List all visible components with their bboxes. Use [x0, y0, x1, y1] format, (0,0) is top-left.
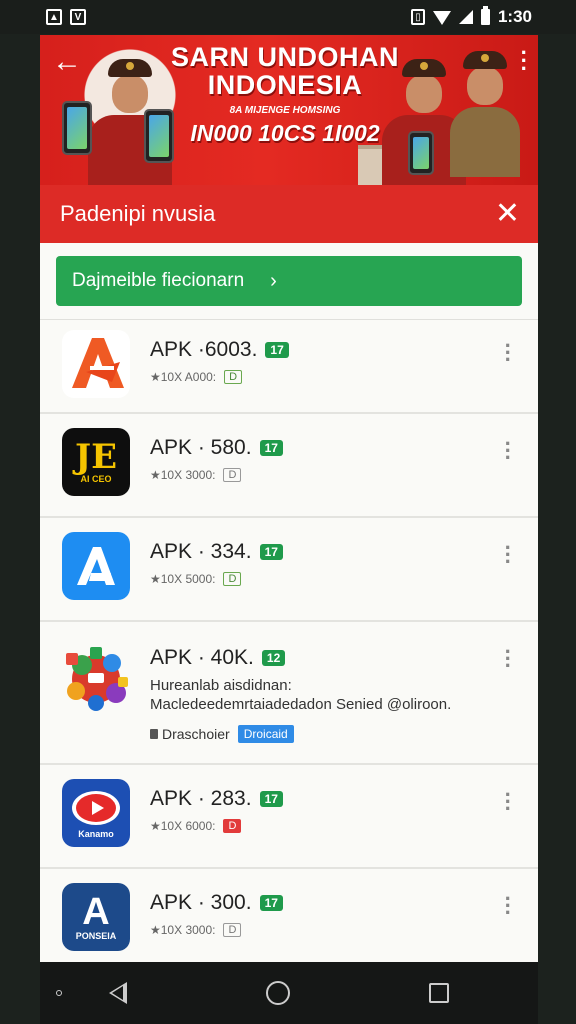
app-rating: ★10X 3000: — [150, 468, 216, 482]
colorful-circles-icon — [62, 644, 130, 712]
banner-code: IN000 10CS 1I002 — [190, 120, 380, 146]
more-vert-icon[interactable]: · · · — [505, 335, 512, 371]
primary-button-container: Dajmeible fiecionarn › — [40, 243, 538, 319]
phone-illustration — [408, 131, 434, 175]
list-item[interactable]: A PONSEIA APK · 300. 17 ★10X 3000: D · · · — [40, 869, 538, 962]
back-arrow-icon[interactable]: ← — [52, 47, 82, 77]
app-rating: ★10X 3000: — [150, 923, 216, 937]
tag-badge: D — [223, 819, 242, 833]
app-title: APK ·6003. — [150, 338, 258, 361]
nav-home-icon[interactable] — [265, 981, 290, 1005]
banner-subtitle: 8A MIJENGE HOMSING — [229, 105, 341, 116]
tag-badge: D — [223, 468, 242, 482]
list-item[interactable]: APK ·6003. 17 ★10X A000: D · · · — [40, 320, 538, 414]
red-play-icon: Kanamo — [62, 779, 130, 847]
search-bar[interactable]: Padenipi nvusia ✕ — [40, 185, 538, 243]
phone-illustration — [62, 101, 92, 155]
nav-recents-icon[interactable] — [428, 983, 449, 1003]
list-item[interactable]: APK · 334. 17 ★10X 5000: D · · · — [40, 518, 538, 622]
app-description-2: Macledeedemrtaiadedadon Senied @oliroon. — [150, 696, 452, 713]
primary-button[interactable]: Dajmeible fiecionarn › — [56, 256, 522, 306]
image-icon: ▲ — [46, 9, 62, 25]
app-rating: ★10X 6000: — [150, 819, 216, 833]
navigation-bar — [40, 962, 538, 1024]
nav-dot-icon — [56, 990, 62, 996]
app-rating: ★10X 5000: — [150, 572, 216, 586]
banner-title-line1: SARN UNDOHAN — [171, 42, 399, 72]
app-description: Hureanlab aisdidnan: — [150, 677, 292, 694]
signal-icon — [458, 10, 473, 24]
chevron-right-icon: › — [270, 269, 277, 292]
age-badge: 17 — [259, 895, 283, 911]
clock: 1:30 — [497, 7, 532, 26]
list-item[interactable]: JE AI CEO APK · 580. 17 ★10X 3000: D · · · — [40, 414, 538, 518]
tag-badge: D — [224, 370, 243, 384]
more-vert-icon[interactable]: · · · — [505, 537, 512, 573]
battery-icon — [480, 6, 490, 25]
age-badge: 17 — [259, 544, 283, 560]
primary-button-label: Dajmeible fiecionarn — [72, 270, 245, 291]
banner-title-line2: INDONESIA — [207, 70, 363, 100]
tag-badge: D — [223, 923, 242, 937]
app-list: APK ·6003. 17 ★10X A000: D · · · JE AI CEO A… — [40, 319, 538, 962]
status-left-icons: ▲ V — [46, 9, 86, 25]
app-title: APK · 283. — [150, 787, 252, 810]
list-item[interactable]: Kanamo APK · 283. 17 ★10X 6000: D · · · — [40, 765, 538, 869]
officer-illustration — [450, 51, 520, 177]
orange-a-icon — [62, 330, 130, 398]
je-logo-icon: JE AI CEO — [62, 428, 130, 496]
app-title: APK · 300. — [150, 891, 252, 914]
age-badge: 12 — [261, 650, 286, 666]
app-title: APK · 40K. — [150, 646, 254, 669]
lock-icon — [150, 729, 158, 739]
search-text[interactable]: Padenipi nvusia — [60, 201, 215, 227]
status-right: ▯ 1:30 — [410, 6, 532, 27]
v-icon: V — [70, 9, 86, 25]
promo-banner[interactable]: ← · · · SARN UNDOHAN INDONESIA 8A MIJENGE … — [40, 35, 538, 185]
vibrate-icon: ▯ — [410, 9, 425, 25]
more-vert-icon[interactable]: · · · — [505, 641, 512, 677]
app-rating: ★10X A000: — [150, 370, 217, 384]
age-badge: 17 — [259, 440, 283, 456]
status-bar: ▲ V ▯ 1:30 — [0, 0, 576, 34]
more-vert-icon[interactable]: · · · — [505, 433, 512, 469]
app-title: APK · 334. — [150, 540, 252, 563]
more-vert-icon[interactable]: · · · — [521, 42, 528, 80]
navy-a-icon: A PONSEIA — [62, 883, 130, 951]
age-badge: 17 — [265, 342, 289, 358]
developer-badge: Droicaid — [237, 725, 294, 743]
app-window: ← · · · SARN UNDOHAN INDONESIA 8A MIJENGE … — [40, 35, 538, 962]
more-vert-icon[interactable]: · · · — [505, 888, 512, 924]
more-vert-icon[interactable]: · · · — [505, 784, 512, 820]
list-item[interactable]: APK · 40K. 12 Hureanlab aisdidnan: Macled… — [40, 622, 538, 765]
wifi-icon — [432, 11, 451, 25]
blue-a-icon — [62, 532, 130, 600]
banner-text: SARN UNDOHAN INDONESIA 8A MIJENGE HOMSIN… — [160, 43, 410, 147]
nav-back-icon[interactable] — [109, 982, 128, 1004]
developer-name: Draschoier — [162, 726, 230, 742]
age-badge: 17 — [259, 791, 283, 807]
app-title: APK · 580. — [150, 436, 252, 459]
close-icon[interactable]: ✕ — [495, 199, 520, 229]
tag-badge: D — [223, 572, 242, 586]
